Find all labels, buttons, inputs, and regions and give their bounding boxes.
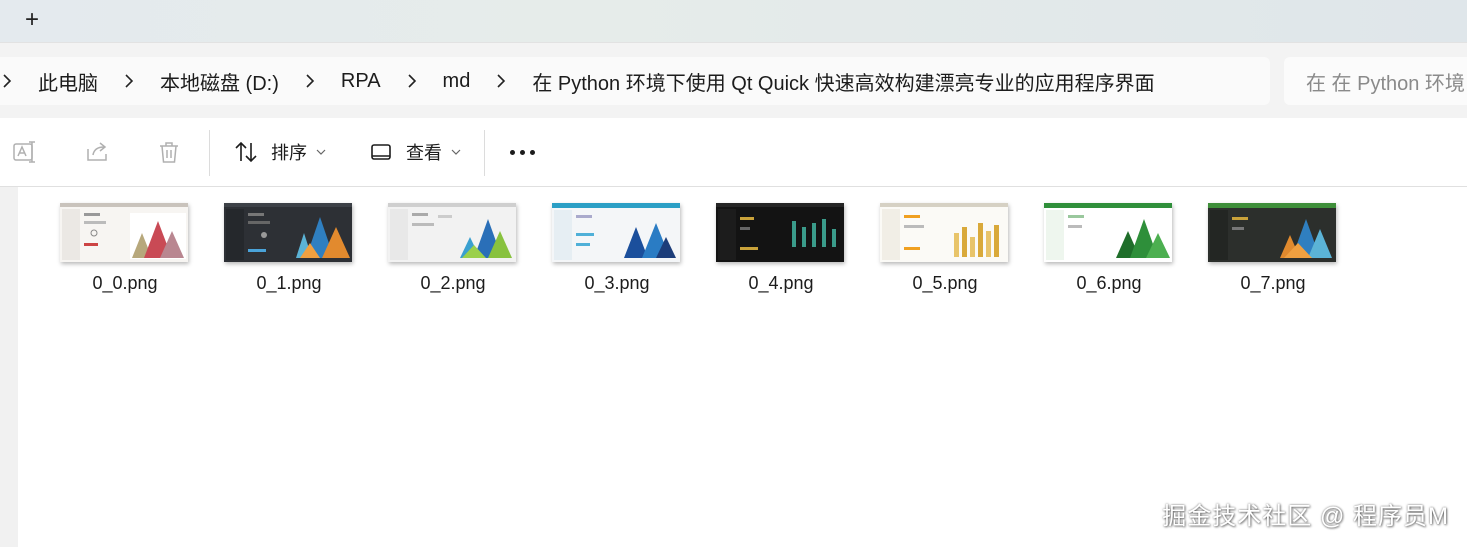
file-name: 0_1.png (256, 273, 322, 293)
chevron-right-icon[interactable] (303, 74, 317, 88)
command-bar: 排序 查看 (0, 118, 1467, 187)
file-item[interactable]: 0_3.png (549, 203, 685, 303)
chevron-down-icon (450, 146, 462, 158)
watermark: 掘金技术社区 @ 程序员M (1162, 503, 1449, 530)
file-name: 0_4.png (748, 273, 814, 293)
sort-arrows-icon (233, 139, 259, 165)
breadcrumb-item-rpa[interactable]: RPA (335, 70, 387, 93)
breadcrumb-item-local-disk[interactable]: 本地磁盘 (D:) (154, 67, 285, 96)
file-name: 0_0.png (92, 273, 158, 293)
search-input[interactable]: 在 在 Python 环境 (1284, 57, 1467, 105)
file-name: 0_5.png (912, 273, 978, 293)
rename-icon[interactable] (11, 138, 39, 166)
file-item[interactable]: 0_2.png (385, 203, 521, 303)
share-icon[interactable] (84, 138, 112, 166)
sort-button[interactable]: 排序 (233, 136, 327, 168)
file-item[interactable]: 0_0.png (57, 203, 193, 303)
file-item[interactable]: 0_1.png (221, 203, 357, 303)
more-options-icon[interactable] (505, 138, 539, 166)
view-icon (368, 139, 394, 165)
thumbnail-image (552, 203, 680, 262)
delete-icon[interactable] (155, 138, 183, 166)
file-view: 0_0.png 0_1.png 0_2.png 0_3.png 0_4.png … (0, 187, 1467, 547)
navigation-pane-edge (0, 187, 18, 547)
file-name: 0_3.png (584, 273, 650, 293)
file-item[interactable]: 0_7.png (1205, 203, 1341, 303)
tab-strip: + (0, 0, 1467, 42)
thumbnail-image (224, 203, 352, 262)
address-bar[interactable]: 此电脑 本地磁盘 (D:) RPA md 在 Python 环境下使用 Qt Q… (0, 57, 1270, 105)
thumbnail-image (1044, 203, 1172, 262)
file-name: 0_7.png (1240, 273, 1306, 293)
address-row: 此电脑 本地磁盘 (D:) RPA md 在 Python 环境下使用 Qt Q… (0, 42, 1467, 119)
file-item[interactable]: 0_4.png (713, 203, 849, 303)
thumbnail-image (60, 203, 188, 262)
thumbnail-image (1208, 203, 1336, 262)
breadcrumb-item-current-folder[interactable]: 在 Python 环境下使用 Qt Quick 快速高效构建漂亮专业的应用程序界… (526, 67, 1160, 96)
breadcrumb-item-this-pc[interactable]: 此电脑 (32, 67, 104, 96)
chevron-right-icon[interactable] (405, 74, 419, 88)
chevron-right-icon[interactable] (494, 74, 508, 88)
sort-label: 排序 (271, 143, 307, 163)
file-name: 0_6.png (1076, 273, 1142, 293)
file-item[interactable]: 0_5.png (877, 203, 1013, 303)
toolbar-divider (209, 130, 210, 176)
file-item[interactable]: 0_6.png (1041, 203, 1177, 303)
new-tab-button[interactable]: + (18, 6, 46, 34)
view-button[interactable]: 查看 (368, 136, 462, 168)
file-name: 0_2.png (420, 273, 486, 293)
thumbnail-image (880, 203, 1008, 262)
view-label: 查看 (406, 143, 442, 163)
breadcrumb-item-md[interactable]: md (437, 70, 477, 93)
thumbnail-image (388, 203, 516, 262)
chevron-down-icon (315, 146, 327, 158)
chevron-right-icon[interactable] (0, 74, 14, 88)
thumbnail-image (716, 203, 844, 262)
chevron-right-icon[interactable] (122, 74, 136, 88)
toolbar-divider (484, 130, 485, 176)
